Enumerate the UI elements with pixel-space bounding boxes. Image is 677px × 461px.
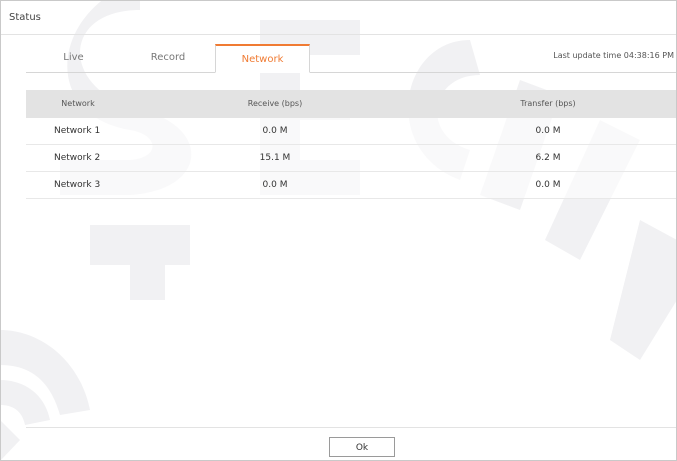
cell-receive: 0.0 M (262, 180, 288, 190)
cell-receive: 0.0 M (262, 126, 288, 136)
header-receive: Receive (bps) (247, 99, 303, 108)
cell-receive: 15.1 M (259, 153, 291, 163)
cell-network: Network 1 (54, 126, 101, 136)
table-row: Network 3 0.0 M 0.0 M (26, 172, 676, 199)
footer-divider (26, 427, 676, 428)
last-update-time: Last update time 04:38:16 PM (553, 51, 674, 60)
network-table: Network Receive (bps) Transfer (bps) Net… (26, 90, 676, 199)
cell-transfer: 0.0 M (535, 126, 561, 136)
header-network: Network (61, 99, 95, 108)
ok-button[interactable]: Ok (329, 437, 395, 457)
tab-record[interactable]: Record (121, 44, 215, 72)
table-row: Network 1 0.0 M 0.0 M (26, 118, 676, 145)
table-header: Network Receive (bps) Transfer (bps) (26, 90, 676, 118)
tab-network[interactable]: Network (215, 44, 310, 73)
status-dialog: Status Live Record Network Last update t… (0, 0, 677, 461)
cell-network: Network 3 (54, 180, 101, 190)
cell-network: Network 2 (54, 153, 101, 163)
tab-live[interactable]: Live (26, 44, 121, 72)
header-transfer: Transfer (bps) (520, 99, 576, 108)
cell-transfer: 6.2 M (535, 153, 561, 163)
table-row: Network 2 15.1 M 6.2 M (26, 145, 676, 172)
dialog-title: Status (1, 1, 676, 35)
cell-transfer: 0.0 M (535, 180, 561, 190)
